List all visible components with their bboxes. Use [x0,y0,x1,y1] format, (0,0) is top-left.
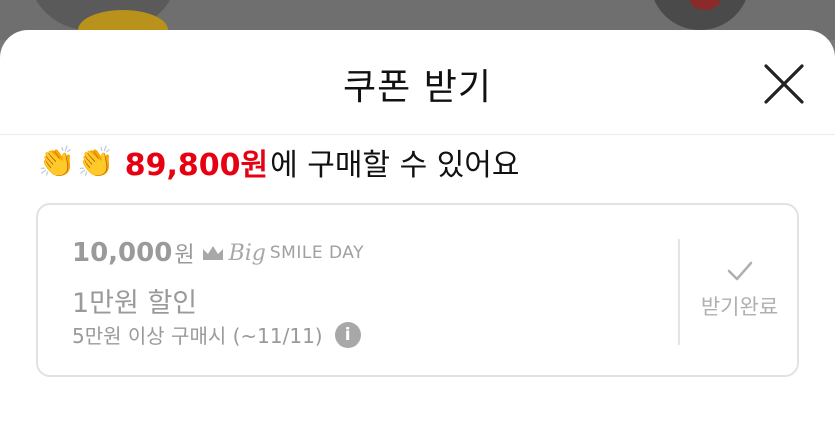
purchase-price-summary: 👏 👏 89,800원 에 구매할 수 있어요 [38,140,520,184]
final-price: 89,800원 [124,148,269,183]
coupon-card: 10,000 원 Big SMILE DAY 1만원 할인 5만원 이상 구매시… [36,203,799,377]
clapping-hands-icon: 👏 [77,144,115,180]
close-icon [764,64,804,104]
big-smile-day-logo-big: Big [228,240,266,266]
coupon-amount-unit: 원 [174,243,195,268]
price-suffix-text: 에 구매할 수 있어요 [270,148,520,183]
coupon-condition-row: 5만원 이상 구매시 (~11/11) i [72,320,361,349]
clapping-hands-icon: 👏 [38,144,76,180]
coupon-amount-row: 10,000 원 Big SMILE DAY [72,237,364,269]
coupon-amount: 10,000 [72,238,173,268]
coupon-name: 1만원 할인 [72,288,198,319]
background-item-right-accent [690,0,720,10]
sheet-title: 쿠폰 받기 [343,67,492,108]
sheet-header: 쿠폰 받기 [0,30,835,135]
coupon-received-button[interactable]: 받기완료 [680,205,799,375]
coupon-condition: 5만원 이상 구매시 (~11/11) [72,324,323,348]
close-button[interactable] [760,60,808,108]
big-smile-day-logo-text: SMILE DAY [269,243,364,263]
crown-icon [202,246,223,260]
coupon-received-label: 받기완료 [700,295,779,319]
info-icon[interactable]: i [334,321,361,348]
check-icon [727,261,752,281]
